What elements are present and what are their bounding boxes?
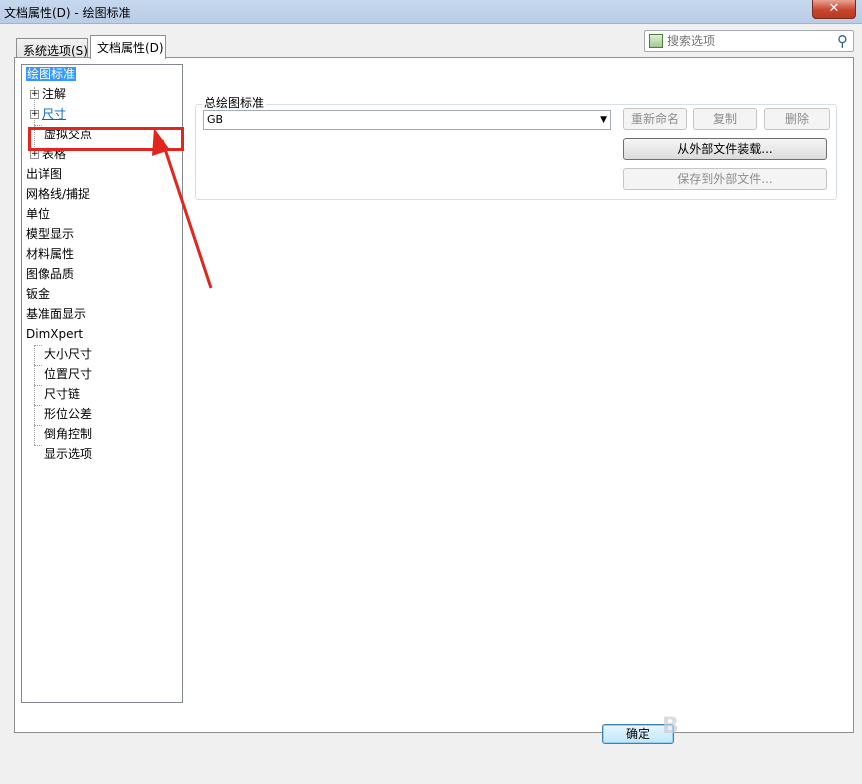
tab-document-properties[interactable]: 文档属性(D) [90, 35, 166, 59]
annotation-arrow [152, 128, 213, 289]
arrow-shaft [160, 139, 213, 289]
